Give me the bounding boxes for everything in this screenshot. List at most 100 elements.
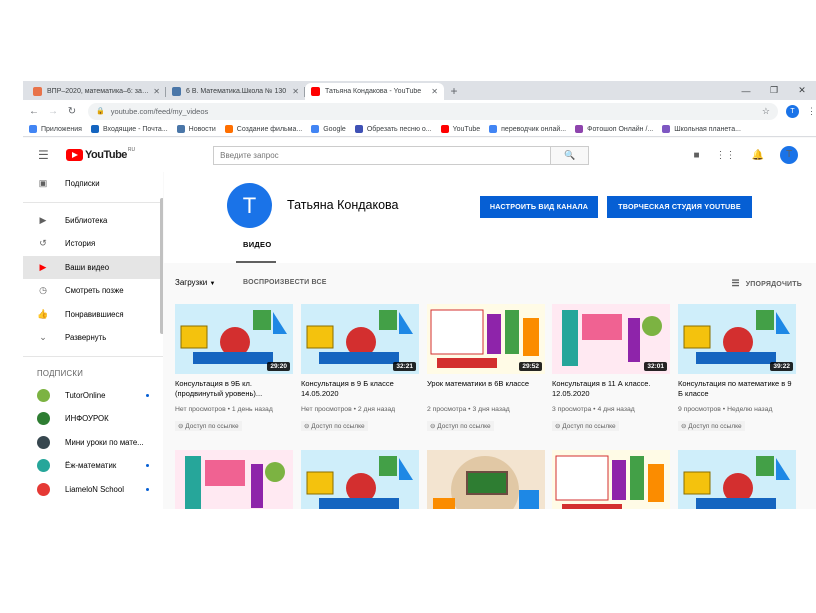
video-thumbnail[interactable]: 32:21 — [301, 304, 419, 374]
back-icon[interactable]: ← — [26, 106, 42, 117]
sidebar-scrollbar[interactable] — [160, 198, 163, 334]
video-card[interactable] — [175, 450, 293, 509]
video-thumbnail[interactable] — [175, 450, 293, 509]
video-thumbnail[interactable]: 29:20 — [175, 304, 293, 374]
bookmark-label: Обрезать песню о... — [366, 125, 432, 133]
account-avatar[interactable]: T — [780, 146, 798, 164]
video-thumbnail[interactable] — [427, 450, 545, 509]
sort-button[interactable]: ☰ УПОРЯДОЧИТЬ — [731, 278, 802, 289]
video-age: 3 дня назад — [472, 406, 510, 413]
reload-icon[interactable]: ↻ — [64, 106, 80, 117]
video-card[interactable] — [678, 450, 796, 509]
video-thumbnail[interactable]: 29:52 — [427, 304, 545, 374]
video-title[interactable]: Консультация по математике в 9 Б классе — [678, 379, 796, 399]
unlisted-label: Доступ по ссылке — [185, 423, 239, 430]
browser-profile-avatar[interactable]: T — [786, 104, 799, 118]
channel-avatar-icon — [37, 459, 50, 473]
video-title[interactable]: Консультация в 9Б кл. (продвинутый урове… — [175, 379, 293, 399]
channel-avatar-icon — [37, 482, 50, 496]
browser-tab[interactable]: ВПР–2020, математика–6: задан ✕ — [27, 83, 166, 100]
subscription-item[interactable]: Мини уроки по мате... — [23, 431, 163, 455]
video-thumbnail[interactable]: 32:01 — [552, 304, 670, 374]
bookmark-item[interactable]: Создание фильма... — [224, 125, 303, 133]
sidebar-item[interactable]: ⌄ Развернуть — [23, 326, 163, 350]
bookmark-star-icon[interactable]: ☆ — [762, 106, 770, 117]
bookmark-item[interactable]: Новости — [176, 125, 216, 133]
bookmark-item[interactable]: переводчик онлай... — [489, 125, 566, 133]
tab-close-icon[interactable]: ✕ — [431, 87, 438, 96]
sidebar-item-label: Понравившиеся — [65, 309, 124, 319]
search-input[interactable] — [213, 145, 552, 165]
bookmark-item[interactable]: YouTube — [440, 125, 480, 133]
video-thumbnail[interactable]: 39:22 — [678, 304, 796, 374]
video-thumbnail[interactable] — [552, 450, 670, 509]
sidebar-item[interactable]: ◷ Смотреть позже — [23, 279, 163, 303]
play-all-button[interactable]: ВОСПРОИЗВЕСТИ ВСЕ — [243, 279, 327, 286]
sidebar-item[interactable]: ▶ Ваши видео — [23, 255, 163, 279]
video-title[interactable]: Консультация в 11 А классе. 12.05.2020 — [552, 379, 670, 399]
sidebar-item[interactable]: ▣ Подписки — [23, 172, 163, 196]
minimize-button[interactable]: — — [732, 86, 760, 96]
unlisted-label: Доступ по ссылке — [311, 423, 365, 430]
tab-title: ВПР–2020, математика–6: задан — [47, 88, 150, 95]
sidebar-item[interactable]: ↺ История — [23, 232, 163, 256]
video-card[interactable] — [427, 450, 545, 509]
tab-close-icon[interactable]: ✕ — [292, 87, 299, 96]
browser-tab[interactable]: Татьяна Кондакова - YouTube ✕ — [305, 83, 444, 100]
search-icon: 🔍 — [564, 149, 576, 160]
bookmark-item[interactable]: Фотошоп Онлайн /... — [575, 125, 653, 133]
video-card[interactable]: 29:20 Консультация в 9Б кл. (продвинутый … — [175, 304, 293, 433]
video-age: 1 день назад — [231, 406, 273, 413]
subscription-item[interactable]: TutorOnline — [23, 384, 163, 408]
bookmark-label: переводчик онлай... — [501, 125, 567, 133]
url-bar[interactable]: 🔒 youtube.com/feed/my_videos ☆ — [88, 102, 778, 120]
forward-icon[interactable]: → — [45, 106, 61, 117]
create-video-icon[interactable]: ■ — [694, 150, 700, 161]
caret-down-icon: ▼ — [209, 281, 216, 287]
search-button[interactable]: 🔍 — [551, 145, 590, 165]
hamburger-menu-icon[interactable]: ☰ — [38, 148, 52, 162]
subscription-item[interactable]: ИНФОУРОК — [23, 407, 163, 431]
new-tab-button[interactable]: + — [444, 83, 464, 100]
video-duration: 32:01 — [644, 362, 667, 371]
sidebar-item-label: Библиотека — [65, 215, 108, 225]
uploads-dropdown[interactable]: Загрузки ▼ — [175, 278, 215, 287]
subscription-item[interactable]: LiameloN School — [23, 478, 163, 502]
browser-menu-icon[interactable]: ⋮ — [807, 106, 816, 117]
video-card[interactable]: 39:22 Консультация по математике в 9 Б кл… — [678, 304, 796, 433]
notifications-bell-icon[interactable]: 🔔 — [752, 150, 764, 161]
sidebar-item[interactable]: 👍 Понравившиеся — [23, 303, 163, 327]
browser-tab[interactable]: 6 В. Математика.Школа № 130 ✕ — [166, 83, 305, 100]
bookmark-item[interactable]: Школьная планета... — [662, 125, 741, 133]
video-card[interactable]: 32:21 Консультация в 9 Б классе 14.05.202… — [301, 304, 419, 433]
customize-channel-button[interactable]: НАСТРОИТЬ ВИД КАНАЛА — [480, 196, 598, 218]
youtube-logo[interactable]: YouTube RU — [66, 147, 135, 161]
subscription-item[interactable]: Ёж-математик — [23, 454, 163, 478]
youtube-studio-button[interactable]: ТВОРЧЕСКАЯ СТУДИЯ YOUTUBE — [607, 196, 752, 218]
bookmark-favicon-icon — [662, 125, 671, 133]
video-title[interactable]: Консультация в 9 Б классе 14.05.2020 — [301, 379, 419, 399]
bookmark-label: Новости — [188, 125, 216, 133]
close-window-button[interactable]: ✕ — [788, 85, 816, 96]
maximize-button[interactable]: ❐ — [760, 85, 788, 96]
tab-close-icon[interactable]: ✕ — [153, 87, 160, 96]
video-thumbnail[interactable] — [678, 450, 796, 509]
uploads-title: Загрузки — [175, 278, 208, 287]
video-card[interactable]: 32:01 Консультация в 11 А классе. 12.05.2… — [552, 304, 670, 433]
bookmark-item[interactable]: Обрезать песню о... — [354, 125, 432, 133]
video-card[interactable] — [552, 450, 670, 509]
video-card[interactable] — [301, 450, 419, 509]
apps-grid-icon[interactable]: ⋮⋮ — [716, 150, 736, 161]
video-card[interactable]: 29:52 Урок математики в 6В классе 2 просмо… — [427, 304, 545, 433]
video-title[interactable]: Урок математики в 6В классе — [427, 379, 545, 399]
bookmark-item[interactable]: Приложения — [29, 125, 82, 133]
lock-icon: 🔒 — [96, 108, 105, 115]
bookmark-label: Создание фильма... — [236, 125, 303, 133]
sidebar-item[interactable]: ▶ Библиотека — [23, 209, 163, 233]
video-thumbnail[interactable] — [301, 450, 419, 509]
bookmark-item[interactable]: Входящие - Почта... — [90, 125, 168, 133]
bookmark-item[interactable]: Google — [311, 125, 346, 133]
tab-videos[interactable]: ВИДЕО — [243, 240, 272, 249]
youtube-masthead: ☰ YouTube RU 🔍 ■ ⋮⋮ 🔔 T — [23, 138, 816, 172]
tab-favicon-icon — [172, 87, 181, 96]
